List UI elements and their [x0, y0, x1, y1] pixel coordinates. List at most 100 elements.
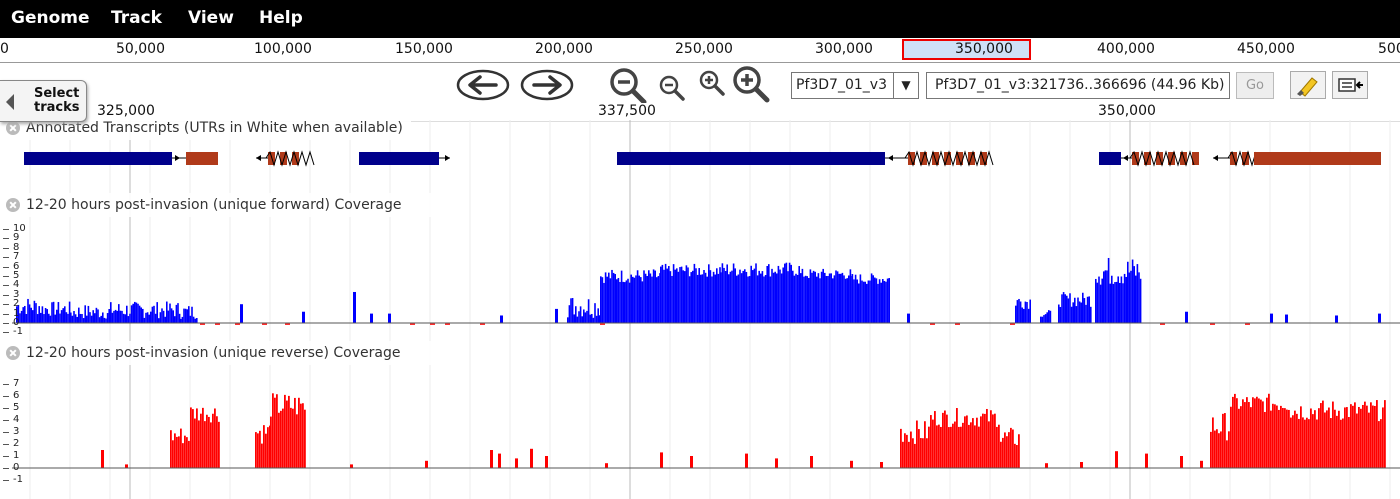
reverse-coverage-bar [914, 443, 916, 468]
forward-coverage-bar [700, 274, 702, 323]
forward-coverage-bar [1115, 281, 1118, 323]
close-icon[interactable] [6, 198, 20, 212]
forward-coverage-bar [1130, 270, 1132, 323]
forward-coverage-bar [591, 313, 593, 323]
forward-coverage-bar [684, 271, 686, 323]
reverse-coverage-bar [290, 407, 292, 468]
strand-arrow [888, 155, 893, 161]
track-selector-button[interactable] [1332, 71, 1368, 99]
reverse-coverage-bar [1372, 405, 1374, 468]
reverse-coverage-bar [922, 438, 924, 468]
overview-ruler[interactable]: 0 50,000 100,000 150,000 200,000 250,000… [0, 38, 1400, 63]
forward-coverage-bar [196, 318, 198, 323]
forward-coverage-bar [661, 264, 664, 323]
reverse-coverage-bar [1256, 396, 1258, 468]
forward-coverage-bar [796, 274, 799, 323]
reverse-coverage-bar [1226, 440, 1228, 468]
close-icon[interactable] [6, 346, 20, 360]
close-icon[interactable] [6, 121, 20, 135]
gene-utr [1254, 152, 1381, 165]
y-axis-tick-label: -1 [13, 326, 23, 338]
reverse-coverage-bar [1232, 396, 1234, 468]
reverse-coverage-bar [1368, 412, 1370, 468]
reverse-coverage-bar [1214, 430, 1216, 468]
reverse-coverage-bar [775, 458, 778, 468]
select-tracks-tab[interactable]: Select tracks [0, 80, 87, 122]
reverse-coverage-bar [1264, 411, 1266, 468]
forward-coverage-bar [74, 314, 77, 323]
forward-coverage-bar [570, 298, 572, 323]
zoom-in-big-icon[interactable] [731, 65, 771, 105]
zoom-out-big-icon[interactable] [608, 67, 648, 105]
chevron-down-icon[interactable]: ▼ [893, 73, 918, 98]
zoom-out-icon[interactable] [658, 75, 688, 103]
go-button[interactable]: Go [1236, 72, 1274, 99]
overview-tick: 50,000 [116, 41, 165, 57]
forward-coverage-bar [728, 274, 730, 323]
pan-right-icon[interactable] [520, 69, 574, 101]
y-axis-tick-label: 6 [13, 390, 20, 401]
reverse-coverage-bar [218, 421, 220, 468]
reverse-coverage-bar [530, 448, 533, 468]
y-axis-tick-label: 1 [13, 450, 20, 461]
reverse-coverage-bar [974, 425, 976, 468]
track-label-annotated-transcripts[interactable]: Annotated Transcripts (UTRs in White whe… [2, 120, 411, 140]
forward-coverage-bar [712, 271, 715, 323]
location-input[interactable]: Pf3D7_01_v3:321736..366696 (44.96 Kb) [926, 72, 1230, 99]
reference-sequence-select[interactable]: Pf3D7_01_v3 ▼ [791, 72, 919, 99]
select-tracks-line2: tracks [34, 100, 80, 115]
forward-coverage-bar [122, 313, 125, 323]
forward-coverage-bar [1018, 298, 1020, 323]
forward-coverage-bar [188, 306, 190, 323]
track-label-forward-coverage[interactable]: 12-20 hours post-invasion (unique forwar… [2, 193, 459, 217]
forward-coverage-bar [714, 274, 716, 323]
pan-left-icon[interactable] [456, 69, 510, 101]
reverse-coverage-bar [200, 413, 202, 468]
forward-coverage-bar [1085, 304, 1087, 323]
forward-coverage-bar [736, 275, 738, 323]
reverse-coverage-bar [172, 440, 174, 468]
forward-coverage-bar [628, 282, 631, 323]
forward-coverage-bar [651, 276, 653, 323]
forward-coverage-bar [704, 272, 707, 323]
forward-coverage-bar [1095, 278, 1097, 323]
forward-coverage-bar [706, 276, 708, 323]
forward-coverage-bar [693, 263, 696, 323]
forward-coverage-bar [745, 271, 748, 323]
forward-coverage-bar [1083, 298, 1086, 323]
forward-coverage-bar [1080, 302, 1082, 323]
reverse-coverage-bar [910, 431, 912, 468]
forward-coverage-bar [617, 277, 620, 323]
forward-coverage-bar [750, 265, 752, 323]
forward-coverage-bar [19, 313, 21, 323]
reverse-coverage-bar [1340, 419, 1342, 468]
forward-coverage-bar [192, 316, 195, 323]
forward-coverage-bar [1029, 299, 1031, 323]
forward-coverage-bar [771, 268, 773, 323]
forward-coverage-bar [40, 312, 42, 323]
highlight-button[interactable] [1290, 71, 1326, 99]
track-label-reverse-coverage[interactable]: 12-20 hours post-invasion (unique revers… [2, 341, 454, 365]
forward-coverage-bar [877, 283, 879, 323]
forward-coverage-bar [1270, 313, 1273, 323]
reverse-coverage-bar [202, 407, 204, 468]
forward-coverage-bar [649, 273, 652, 323]
menu-help[interactable]: Help [259, 8, 303, 28]
forward-coverage-bar [1016, 300, 1019, 323]
forward-coverage-bar [654, 270, 656, 323]
forward-coverage-bar [1049, 310, 1052, 323]
menu-view[interactable]: View [188, 8, 234, 28]
forward-coverage-bar [183, 308, 185, 323]
reverse-coverage-bar [950, 426, 952, 468]
forward-coverage-bar [240, 304, 243, 323]
forward-coverage-bar [555, 308, 558, 323]
menu-track[interactable]: Track [111, 8, 162, 28]
reverse-coverage-bar [920, 438, 922, 468]
forward-coverage-bar [622, 281, 624, 323]
forward-coverage-bar [189, 315, 192, 323]
track-area[interactable]: Annotated Transcripts (UTRs in White whe… [0, 120, 1400, 499]
zoom-in-icon[interactable] [697, 69, 727, 99]
reverse-coverage-bar [210, 422, 212, 468]
menu-genome[interactable]: Genome [11, 8, 90, 28]
reverse-coverage-bar [270, 416, 272, 468]
